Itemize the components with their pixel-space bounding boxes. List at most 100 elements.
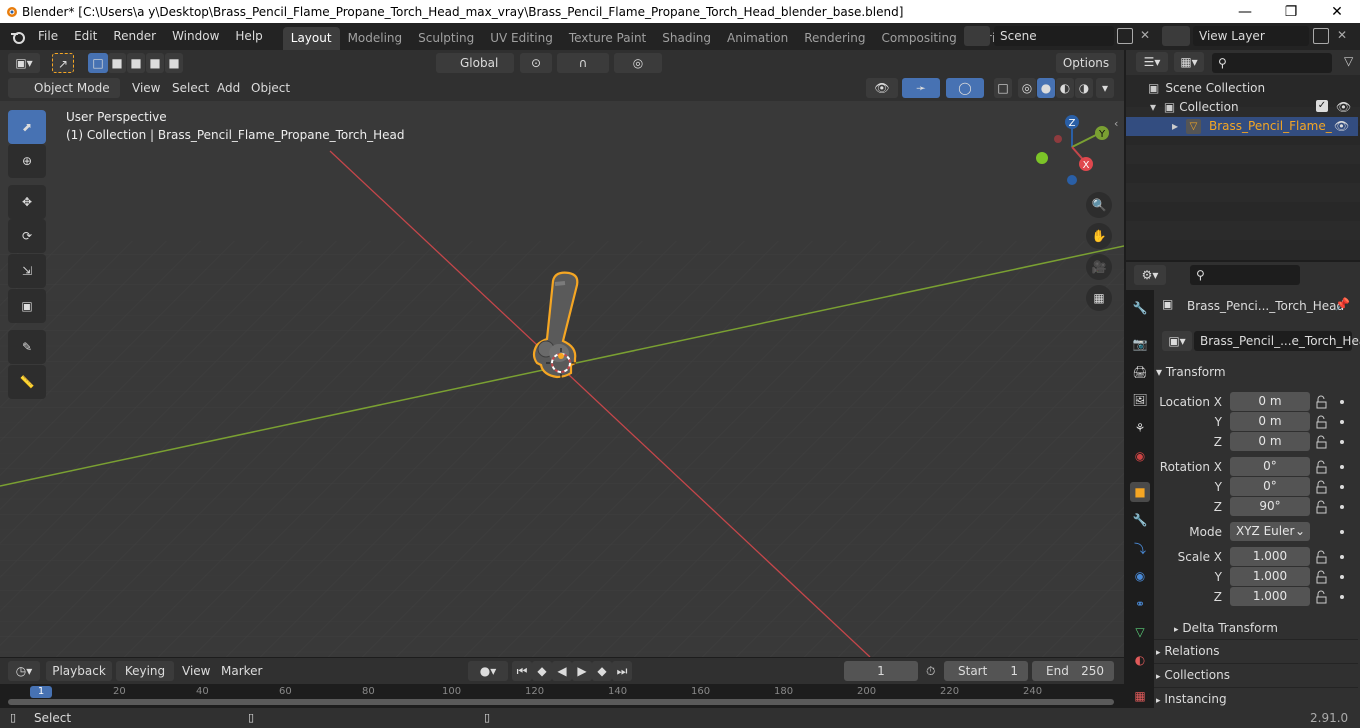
next-keyframe-icon[interactable]: ◆ — [592, 661, 612, 681]
delta-transform-panel-header[interactable]: ▸ Delta Transform — [1174, 617, 1360, 639]
cursor-tool[interactable]: ⊕ — [8, 144, 46, 178]
lock-icon[interactable] — [1315, 395, 1329, 409]
collections-panel-header[interactable]: ▸ Collections — [1156, 664, 1354, 686]
lock-icon[interactable] — [1315, 435, 1329, 449]
constraints-tab-icon[interactable]: ⚭ — [1130, 594, 1150, 614]
select-box-tool[interactable]: ⬈ — [8, 110, 46, 144]
keyframe-dot-icon[interactable] — [1340, 575, 1344, 579]
tool-tab-icon[interactable]: 🔧 — [1130, 298, 1150, 318]
data-tab-icon[interactable]: ▽ — [1130, 622, 1150, 642]
move-tool[interactable]: ✥ — [8, 185, 46, 219]
mode-invert-icon[interactable]: ■ — [146, 53, 164, 73]
auto-keying-icon[interactable]: ●▾ — [468, 661, 508, 681]
blender-menu-icon[interactable] — [10, 30, 26, 44]
new-scene-icon[interactable] — [1117, 28, 1133, 44]
modifier-tab-icon[interactable]: 🔧 — [1130, 510, 1150, 530]
navigation-gizmo[interactable]: Z Y X — [1030, 113, 1120, 193]
view-layer-selector-icon[interactable] — [1162, 26, 1190, 46]
object-mode-dropdown[interactable]: Object Mode — [8, 78, 120, 98]
keyframe-dot-icon[interactable] — [1340, 555, 1344, 559]
start-frame-field[interactable]: Start 1 — [944, 661, 1028, 681]
pivot-point-icon[interactable]: ⊙ — [520, 53, 552, 73]
menu-object[interactable]: Object — [251, 78, 290, 98]
menu-edit[interactable]: Edit — [66, 23, 105, 50]
rotation-x-field[interactable]: 0° — [1230, 457, 1310, 476]
menu-render[interactable]: Render — [105, 23, 164, 50]
3d-viewport[interactable]: User Perspective (1) Collection | Brass_… — [0, 101, 1124, 657]
end-frame-field[interactable]: End 250 — [1032, 661, 1114, 681]
lock-icon[interactable] — [1315, 590, 1329, 604]
relations-panel-header[interactable]: ▸ Relations — [1156, 640, 1354, 662]
tab-rendering[interactable]: Rendering — [796, 27, 873, 50]
lock-icon[interactable] — [1315, 415, 1329, 429]
zoom-icon[interactable]: 🔍 — [1086, 192, 1112, 218]
close-icon[interactable]: ✕ — [1314, 0, 1360, 23]
minimize-icon[interactable]: — — [1222, 0, 1268, 23]
keyframe-dot-icon[interactable] — [1340, 530, 1344, 534]
material-shading-icon[interactable]: ◐ — [1056, 78, 1074, 98]
menu-help[interactable]: Help — [227, 23, 270, 50]
outliner-object-row[interactable]: ▸ ▽ Brass_Pencil_Flame_ 👁 — [1126, 117, 1358, 136]
overlay-toggle-icon[interactable]: ◯ — [946, 78, 984, 98]
lock-icon[interactable] — [1315, 570, 1329, 584]
lock-icon[interactable] — [1315, 460, 1329, 474]
world-tab-icon[interactable]: ◉ — [1130, 446, 1150, 466]
collection-visibility-icon[interactable]: 👁 — [1336, 98, 1351, 116]
transform-orientation-dropdown[interactable]: Global — [436, 53, 514, 73]
sidebar-toggle-icon[interactable]: ‹ — [1114, 117, 1118, 130]
rendered-shading-icon[interactable]: ◑ — [1075, 78, 1093, 98]
select-box-tool-icon[interactable]: ↗ — [52, 53, 74, 73]
timeline-editor-type-icon[interactable]: ◷▾ — [8, 661, 40, 681]
timeline-scrollbar[interactable] — [8, 699, 1114, 705]
lock-icon[interactable] — [1315, 480, 1329, 494]
expand-object-icon[interactable]: ▸ — [1172, 117, 1178, 136]
scene-tab-icon[interactable]: ⚘ — [1130, 418, 1150, 438]
new-view-layer-icon[interactable] — [1313, 28, 1329, 44]
menu-select[interactable]: Select — [172, 78, 209, 98]
outliner-scene-collection[interactable]: ▣ Scene Collection — [1148, 79, 1348, 97]
keyframe-dot-icon[interactable] — [1340, 465, 1344, 469]
scale-z-field[interactable]: 1.000 — [1230, 587, 1310, 606]
scale-tool[interactable]: ⇲ — [8, 254, 46, 288]
timeline-view-menu[interactable]: View — [182, 661, 210, 681]
pin-icon[interactable]: 📌 — [1335, 297, 1350, 311]
keyframe-dot-icon[interactable] — [1340, 420, 1344, 424]
menu-window[interactable]: Window — [164, 23, 227, 50]
outliner-collection-row[interactable]: ▾ ▣ Collection ✓ 👁 — [1150, 98, 1356, 116]
scale-y-field[interactable]: 1.000 — [1230, 567, 1310, 586]
keyframe-dot-icon[interactable] — [1340, 440, 1344, 444]
object-browse-icon[interactable]: ▣▾ — [1162, 331, 1192, 351]
maximize-icon[interactable]: ❐ — [1268, 0, 1314, 23]
playback-dropdown[interactable]: Playback — [46, 661, 112, 681]
location-z-field[interactable]: 0 m — [1230, 432, 1310, 451]
scene-selector-icon[interactable] — [964, 26, 990, 46]
camera-view-icon[interactable]: 🎥 — [1086, 254, 1112, 280]
instancing-panel-header[interactable]: ▸ Instancing — [1156, 688, 1354, 710]
current-frame-field[interactable]: 1 — [844, 661, 918, 681]
tab-sculpting[interactable]: Sculpting — [410, 27, 482, 50]
shading-options-icon[interactable]: ▾ — [1096, 78, 1114, 98]
perspective-toggle-icon[interactable]: ▦ — [1086, 285, 1112, 311]
outliner-search-input[interactable]: ⚲ — [1212, 53, 1332, 73]
mode-extend-icon[interactable]: ■ — [108, 53, 126, 73]
prev-keyframe-icon[interactable]: ◆ — [532, 661, 552, 681]
timeline-marker-menu[interactable]: Marker — [221, 661, 262, 681]
object-visibility-icon[interactable]: 👁 — [1334, 117, 1349, 136]
view-layer-name-field[interactable]: View Layer — [1193, 26, 1309, 46]
transform-tool[interactable]: ▣ — [8, 289, 46, 323]
editor-type-icon[interactable]: ▣▾ — [8, 53, 40, 73]
options-dropdown[interactable]: Options — [1056, 53, 1116, 73]
tab-shading[interactable]: Shading — [654, 27, 719, 50]
filter-icon[interactable]: ▽ — [1344, 54, 1353, 68]
mode-new-selection-icon[interactable]: □ — [88, 53, 108, 73]
ruler-frame-1[interactable]: 1 — [30, 686, 52, 698]
keyframe-dot-icon[interactable] — [1340, 505, 1344, 509]
properties-search-input[interactable]: ⚲ — [1190, 265, 1300, 285]
rotation-y-field[interactable]: 0° — [1230, 477, 1310, 496]
play-reverse-icon[interactable]: ◀ — [552, 661, 572, 681]
play-icon[interactable]: ▶ — [572, 661, 592, 681]
tab-modeling[interactable]: Modeling — [340, 27, 411, 50]
keyframe-dot-icon[interactable] — [1340, 595, 1344, 599]
gizmo-toggle-icon[interactable]: ➛ — [902, 78, 940, 98]
view-layer-tab-icon[interactable]: 🖼 — [1130, 390, 1150, 410]
